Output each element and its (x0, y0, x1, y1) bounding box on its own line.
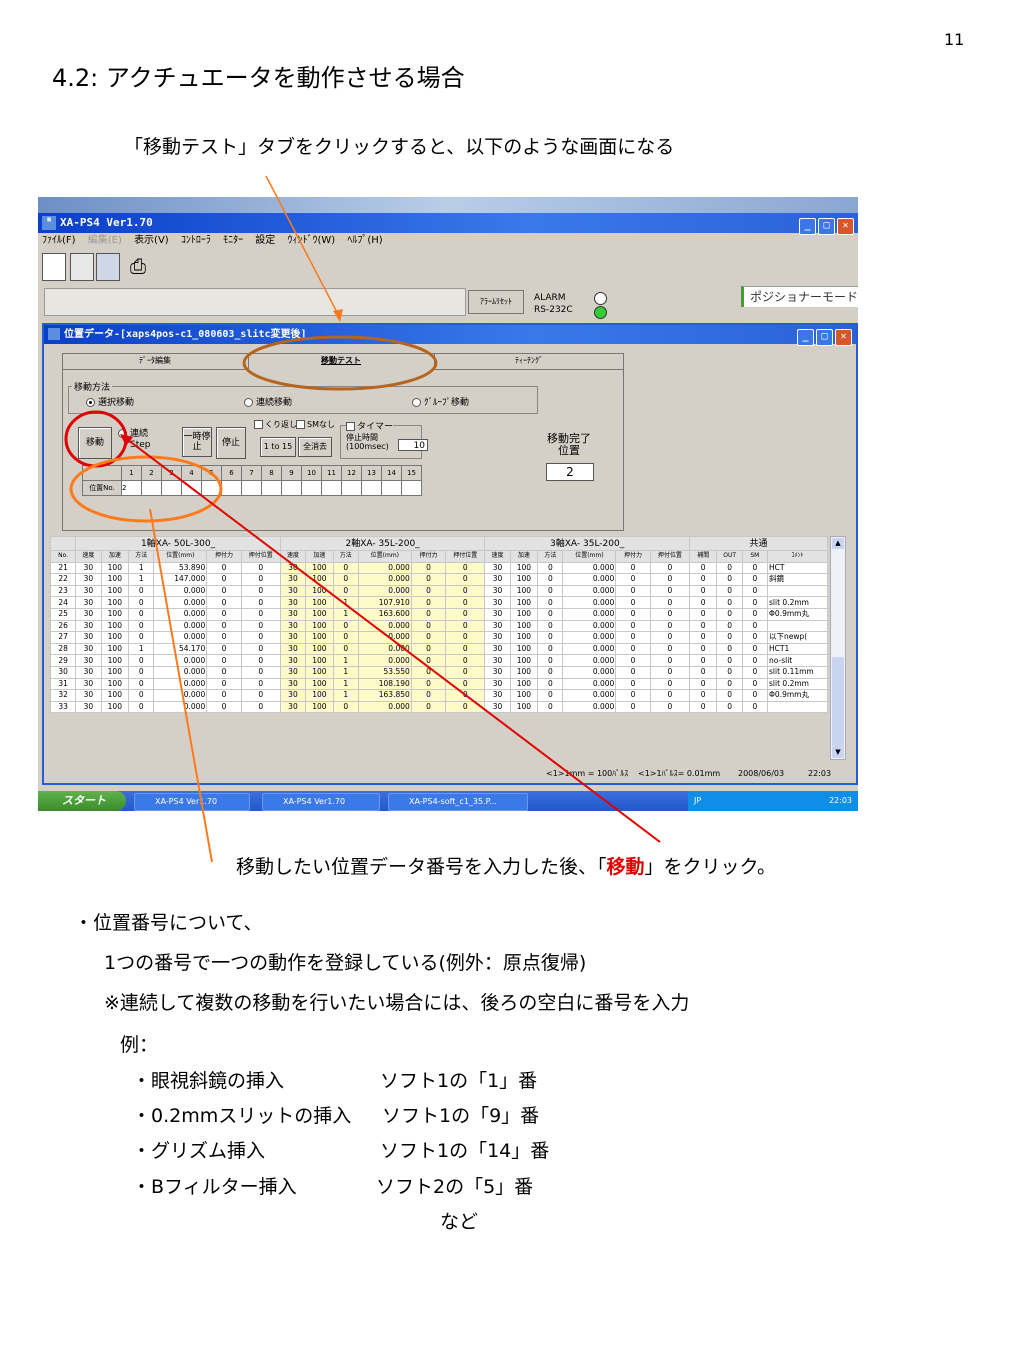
caption-post: 」をクリック。 (644, 856, 777, 878)
example-value: ソフト1の「9」番 (382, 1105, 540, 1127)
arrowhead-icon (120, 434, 133, 446)
highlight-position-ellipse (69, 455, 223, 523)
example-value: ソフト1の「14」番 (380, 1140, 550, 1162)
example-item: ・Bフィルター挿入 (132, 1176, 297, 1198)
example-value: ソフト2の「5」番 (376, 1176, 534, 1198)
caption-pre: 移動したい位置データ番号を入力した後、「 (236, 856, 607, 878)
arrow-to-tab (265, 175, 341, 319)
arrowhead-icon (333, 309, 343, 322)
caption-move-word: 移動 (606, 856, 645, 878)
arrow-to-position (149, 508, 213, 863)
example-value: ソフト1の「1」番 (380, 1070, 538, 1092)
notes-heading: ・位置番号について、 (74, 912, 263, 934)
notes-line1: 1つの番号で一つの動作を登録している(例外：原点復帰) (104, 952, 587, 974)
etc-text: など (440, 1211, 479, 1233)
example-label: 例： (120, 1034, 159, 1056)
example-item: ・0.2mmスリットの挿入 (132, 1105, 352, 1127)
highlight-tab-ellipse (242, 335, 438, 391)
notes-line2: ※連続して複数の移動を行いたい場合には、後ろの空白に番号を入力 (104, 992, 690, 1014)
arrow-to-move (123, 436, 661, 843)
example-item: ・眼視斜鏡の挿入 (132, 1070, 285, 1092)
caption: 移動したい位置データ番号を入力した後、「移動」をクリック。 (236, 852, 776, 879)
example-item: ・グリズム挿入 (132, 1140, 266, 1162)
